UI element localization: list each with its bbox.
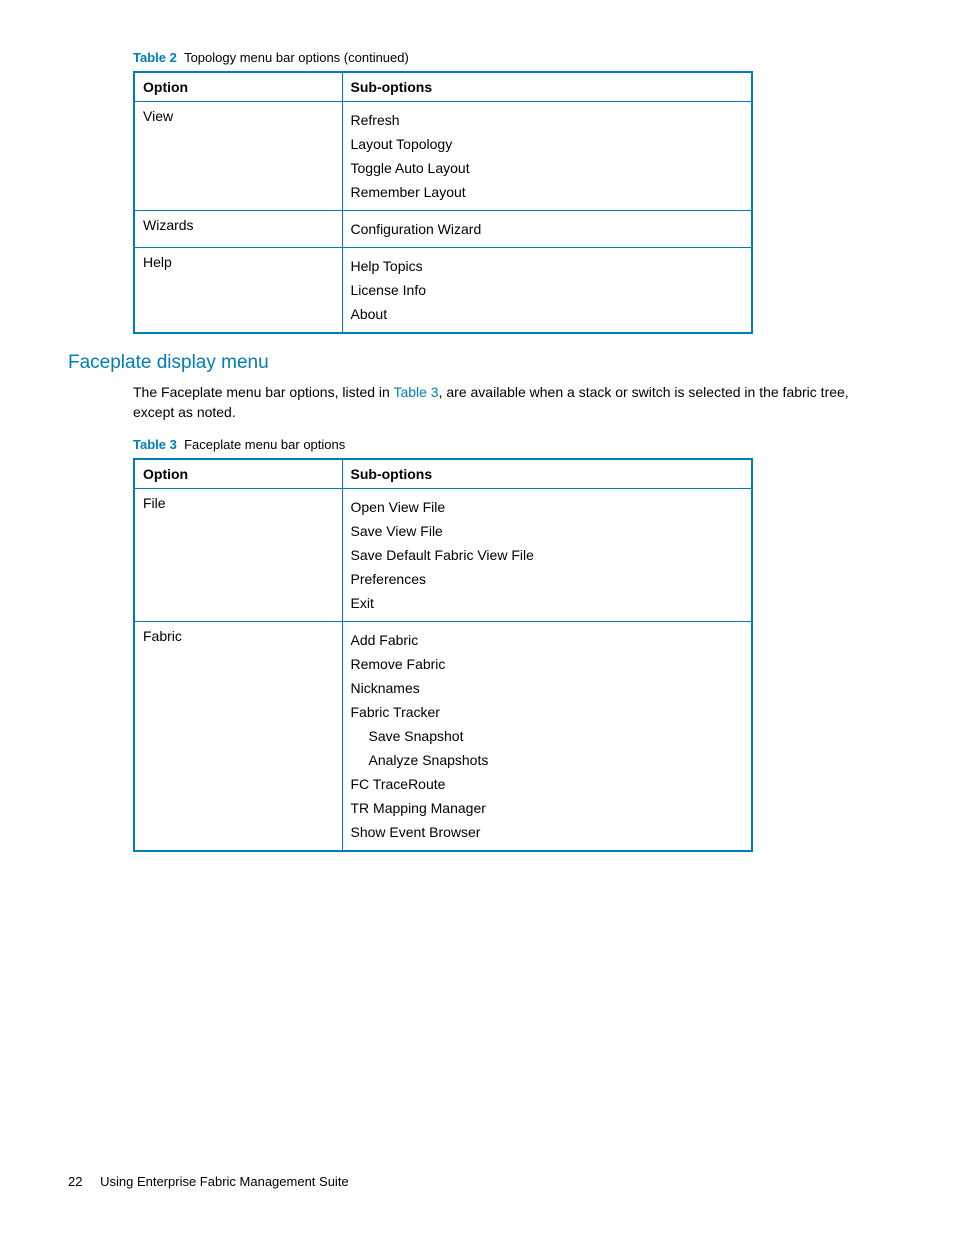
option-cell: File — [134, 488, 342, 621]
sub-cell: Help Topics License Info About — [342, 248, 752, 334]
sub-cell: Add Fabric Remove Fabric Nicknames Fabri… — [342, 621, 752, 851]
table-3-header-option: Option — [134, 459, 342, 489]
sub-option: Fabric Tracker — [351, 700, 744, 724]
sub-option: Exit — [351, 591, 744, 615]
table-2-caption: Table 2 Topology menu bar options (conti… — [133, 50, 886, 65]
sub-option: Help Topics — [351, 254, 744, 278]
sub-option: Toggle Auto Layout — [351, 156, 744, 180]
table-3-label: Table 3 — [133, 437, 177, 452]
table-row: File Open View File Save View File Save … — [134, 488, 752, 621]
table-3-header-sub: Sub-options — [342, 459, 752, 489]
table-row: Wizards Configuration Wizard — [134, 211, 752, 248]
option-cell: Fabric — [134, 621, 342, 851]
section-heading-faceplate: Faceplate display menu — [68, 352, 886, 374]
page-footer: 22 Using Enterprise Fabric Management Su… — [68, 1174, 349, 1189]
section-body: The Faceplate menu bar options, listed i… — [133, 382, 886, 423]
table-2-header-sub: Sub-options — [342, 72, 752, 102]
table-2: Option Sub-options View Refresh Layout T… — [133, 71, 753, 334]
sub-option: TR Mapping Manager — [351, 796, 744, 820]
sub-cell: Refresh Layout Topology Toggle Auto Layo… — [342, 102, 752, 211]
footer-title: Using Enterprise Fabric Management Suite — [100, 1174, 349, 1189]
table-row: Help Help Topics License Info About — [134, 248, 752, 334]
table-2-header-option: Option — [134, 72, 342, 102]
sub-option: License Info — [351, 278, 744, 302]
table-3-caption: Table 3 Faceplate menu bar options — [133, 437, 886, 452]
option-cell: Help — [134, 248, 342, 334]
sub-option: About — [351, 302, 744, 326]
table-row: View Refresh Layout Topology Toggle Auto… — [134, 102, 752, 211]
sub-option: Open View File — [351, 495, 744, 519]
sub-option: Configuration Wizard — [351, 217, 744, 241]
sub-option: Show Event Browser — [351, 820, 744, 844]
table-row: Fabric Add Fabric Remove Fabric Nickname… — [134, 621, 752, 851]
sub-cell: Open View File Save View File Save Defau… — [342, 488, 752, 621]
sub-option: Layout Topology — [351, 132, 744, 156]
sub-option-indented: Analyze Snapshots — [351, 748, 744, 772]
page-number: 22 — [68, 1174, 82, 1189]
table-3: Option Sub-options File Open View File S… — [133, 458, 753, 852]
table-3-title: Faceplate menu bar options — [184, 437, 345, 452]
sub-option-indented: Save Snapshot — [351, 724, 744, 748]
sub-cell: Configuration Wizard — [342, 211, 752, 248]
table-2-title: Topology menu bar options (continued) — [184, 50, 409, 65]
sub-option: Remember Layout — [351, 180, 744, 204]
table-3-link[interactable]: Table 3 — [393, 384, 438, 400]
option-cell: Wizards — [134, 211, 342, 248]
sub-option: Save Default Fabric View File — [351, 543, 744, 567]
sub-option: Refresh — [351, 108, 744, 132]
sub-option: FC TraceRoute — [351, 772, 744, 796]
table-2-label: Table 2 — [133, 50, 177, 65]
sub-option: Preferences — [351, 567, 744, 591]
option-cell: View — [134, 102, 342, 211]
sub-option: Remove Fabric — [351, 652, 744, 676]
sub-option: Nicknames — [351, 676, 744, 700]
sub-option: Save View File — [351, 519, 744, 543]
sub-option: Add Fabric — [351, 628, 744, 652]
